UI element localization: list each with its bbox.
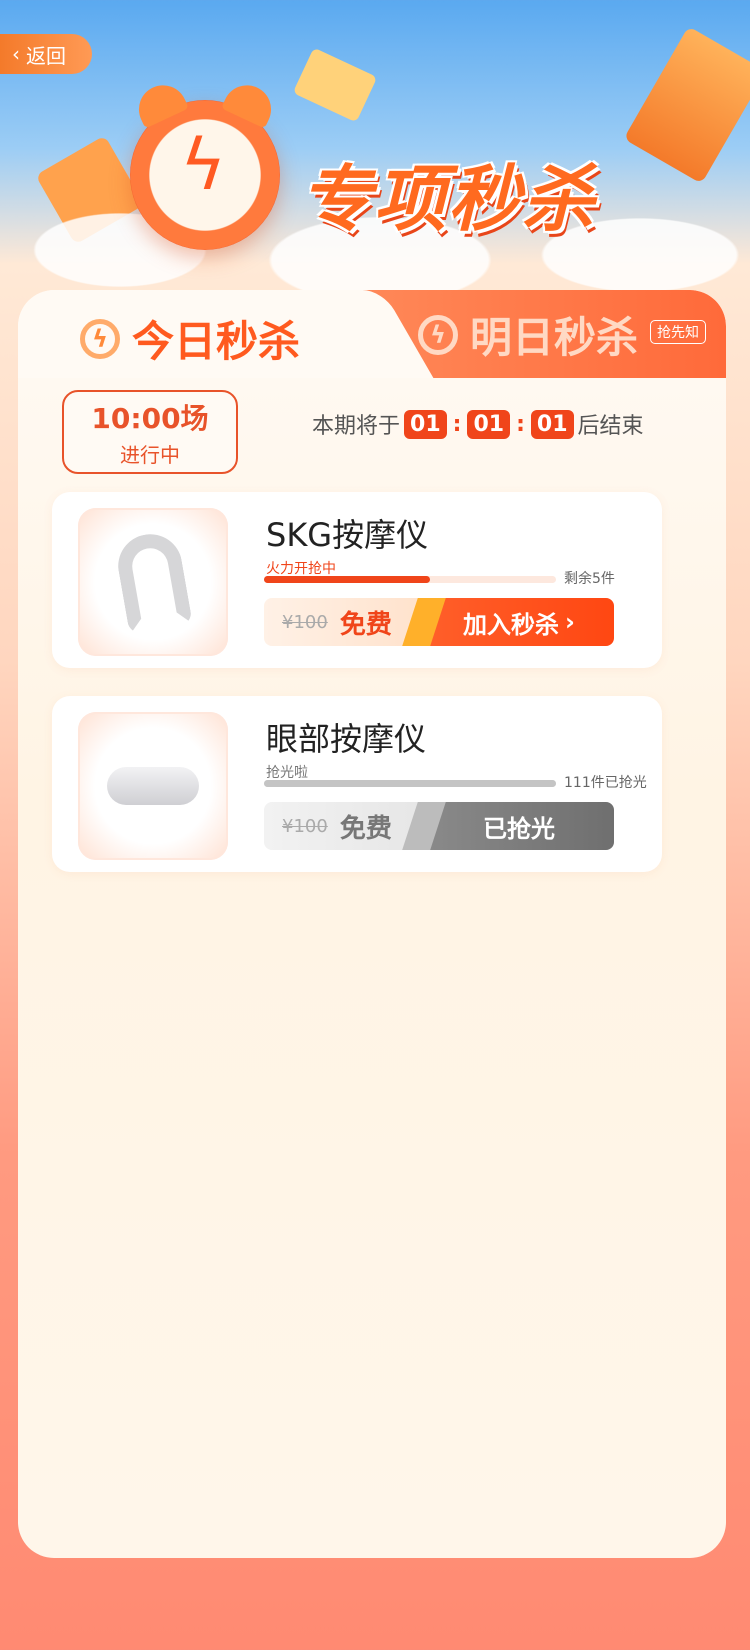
alarm-clock-icon: ϟ	[130, 77, 280, 250]
sold-out-button[interactable]: 已抢光	[424, 802, 614, 850]
tab-tomorrow-label[interactable]: ϟ 明日秒杀	[418, 304, 638, 365]
session-status: 进行中	[120, 442, 180, 467]
eye-massager-image	[107, 767, 199, 805]
countdown-hours: 01	[404, 409, 447, 439]
preview-badge: 抢先知	[650, 320, 706, 344]
page-title: 专项秒杀	[300, 157, 597, 241]
countdown-minutes: 01	[467, 409, 511, 439]
chevron-right-icon: ›	[565, 608, 575, 636]
buy-row: ¥100 免费 加入秒杀 ›	[264, 598, 614, 646]
stock-text: 111件已抢光	[564, 775, 647, 791]
session-time: 10:00场	[91, 401, 209, 435]
back-label: 返回	[26, 43, 66, 68]
flash-sale-card: ϟ 今日秒杀 ϟ 明日秒杀 抢先知 10:00场 进行中 本期将于 01 : 0…	[18, 290, 726, 1558]
chevron-left-icon: ‹	[12, 42, 20, 66]
progress-label: 火力开抢中	[266, 561, 336, 577]
neck-massager-image	[113, 529, 193, 635]
product-name: 眼部按摩仪	[266, 720, 427, 758]
product-image	[78, 508, 228, 656]
session-selector[interactable]: 10:00场 进行中	[62, 390, 238, 474]
ticket-decoration	[623, 26, 750, 184]
countdown-prefix: 本期将于	[312, 414, 401, 439]
sale-price: 免费	[339, 609, 392, 640]
progress-bar	[264, 576, 556, 583]
price-area: ¥100 免费	[264, 598, 424, 646]
countdown-timer: 本期将于 01 : 01 : 01 后结束	[312, 404, 644, 444]
progress-bar	[264, 780, 556, 787]
progress-fill	[264, 576, 431, 583]
join-flash-sale-button[interactable]: 加入秒杀 ›	[424, 598, 614, 646]
product-image	[78, 712, 228, 860]
sale-price: 免费	[339, 813, 392, 844]
progress-label: 抢光啦	[266, 765, 308, 781]
progress-fill	[264, 780, 556, 787]
countdown-seconds: 01	[530, 409, 574, 439]
lightning-icon: ϟ	[80, 318, 120, 359]
back-button[interactable]: ‹ 返回	[0, 34, 92, 74]
product-card[interactable]: SKG按摩仪 火力开抢中 剩余5件 ¥100 免费 加入秒杀 ›	[52, 492, 662, 668]
countdown-separator: :	[516, 411, 525, 437]
product-name: SKG按摩仪	[266, 516, 429, 554]
buy-row: ¥100 免费 已抢光	[264, 802, 614, 850]
price-area: ¥100 免费	[264, 802, 424, 850]
tab-bar: ϟ 今日秒杀 ϟ 明日秒杀 抢先知	[18, 290, 726, 378]
original-price: ¥100	[282, 815, 328, 837]
product-card[interactable]: 眼部按摩仪 抢光啦 111件已抢光 ¥100 免费 已抢光	[52, 696, 662, 872]
original-price: ¥100	[282, 611, 328, 633]
ticket-decoration	[292, 47, 378, 123]
lightning-icon: ϟ	[418, 314, 458, 355]
stock-text: 剩余5件	[564, 571, 615, 587]
lightning-icon: ϟ	[180, 124, 227, 206]
tab-today-label[interactable]: ϟ 今日秒杀	[80, 308, 300, 369]
countdown-suffix: 后结束	[577, 414, 644, 439]
countdown-separator: :	[452, 411, 462, 437]
